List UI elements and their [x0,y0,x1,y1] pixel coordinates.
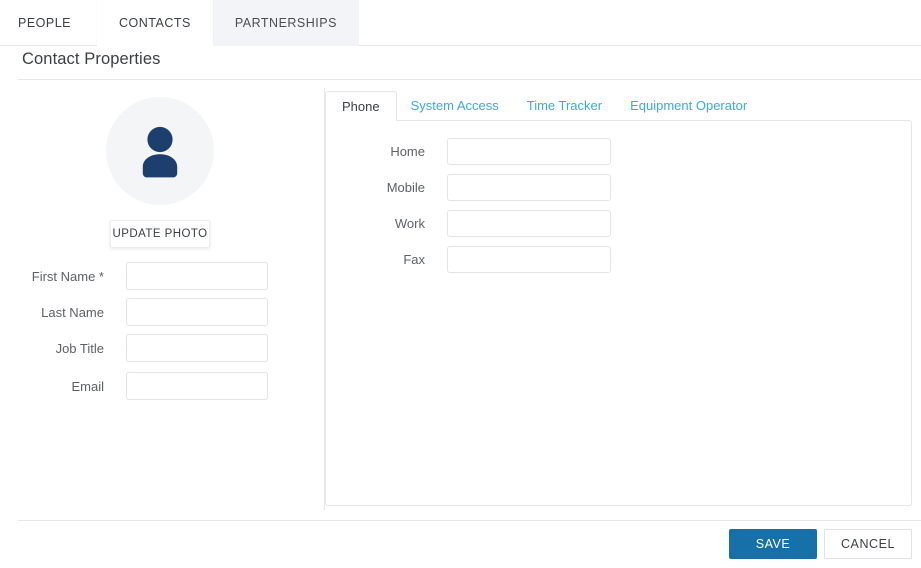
field-label: Last Name [41,304,104,320]
phone-field-row: Work [326,205,911,241]
phone-input-mobile[interactable] [447,173,611,201]
phone-field-row: Fax [326,241,911,277]
top-tab-people[interactable]: PEOPLE [0,0,97,46]
field-label: Email [71,378,104,394]
field-label: Job Title [55,340,104,356]
field-label: Mobile [386,179,425,195]
profile-field-row: Email [0,368,324,404]
detail-tab-equipment-operator[interactable]: Equipment Operator [616,91,761,121]
phone-input-work[interactable] [447,209,611,237]
field-label: Fax [403,251,425,267]
detail-tab-system-access[interactable]: System Access [397,91,513,121]
profile-field-row: Last Name [0,294,324,330]
title-divider [18,79,921,80]
top-tab-contacts[interactable]: CONTACTS [97,0,213,46]
detail-tab-time-tracker[interactable]: Time Tracker [513,91,616,121]
save-button[interactable]: SAVE [729,529,817,559]
field-label: First Name * [31,268,104,284]
profile-input-last-name[interactable] [126,298,268,326]
page-title: Contact Properties [22,50,161,68]
cancel-button[interactable]: CANCEL [824,529,912,559]
phone-input-fax[interactable] [447,245,611,273]
detail-tab-phone[interactable]: Phone [325,91,397,121]
phone-field-list: Home Mobile Work Fax [326,133,911,277]
field-label: Work [394,215,425,231]
avatar [106,97,214,205]
contact-properties-page: PEOPLE CONTACTS PARTNERSHIPS Contact Prope… [0,0,921,568]
top-tab-bar: PEOPLE CONTACTS PARTNERSHIPS [0,0,921,46]
detail-tab-list: Phone System Access Time Tracker Equipment … [325,91,761,121]
phone-tab-panel: Home Mobile Work Fax [325,120,912,506]
profile-field-list: First Name * Last Name Job Title Email [0,258,324,404]
field-label: Home [390,143,425,159]
update-photo-button[interactable]: UPDATE PHOTO [110,220,210,248]
detail-pane: Phone System Access Time Tracker Equipment … [324,88,921,510]
footer-actions: SAVE CANCEL [0,521,921,568]
profile-field-row: Job Title [0,330,324,366]
top-tab-list: PEOPLE CONTACTS PARTNERSHIPS [0,0,359,46]
profile-input-email[interactable] [126,372,268,400]
phone-field-row: Home [326,133,911,169]
profile-pane: UPDATE PHOTO First Name * Last Name Job Ti… [0,88,324,510]
profile-field-row: First Name * [0,258,324,294]
profile-input-first-name[interactable] [126,262,268,290]
user-avatar-icon [128,119,192,183]
phone-input-home[interactable] [447,137,611,165]
top-tab-partnerships[interactable]: PARTNERSHIPS [212,0,359,46]
profile-input-job-title[interactable] [126,334,268,362]
phone-field-row: Mobile [326,169,911,205]
